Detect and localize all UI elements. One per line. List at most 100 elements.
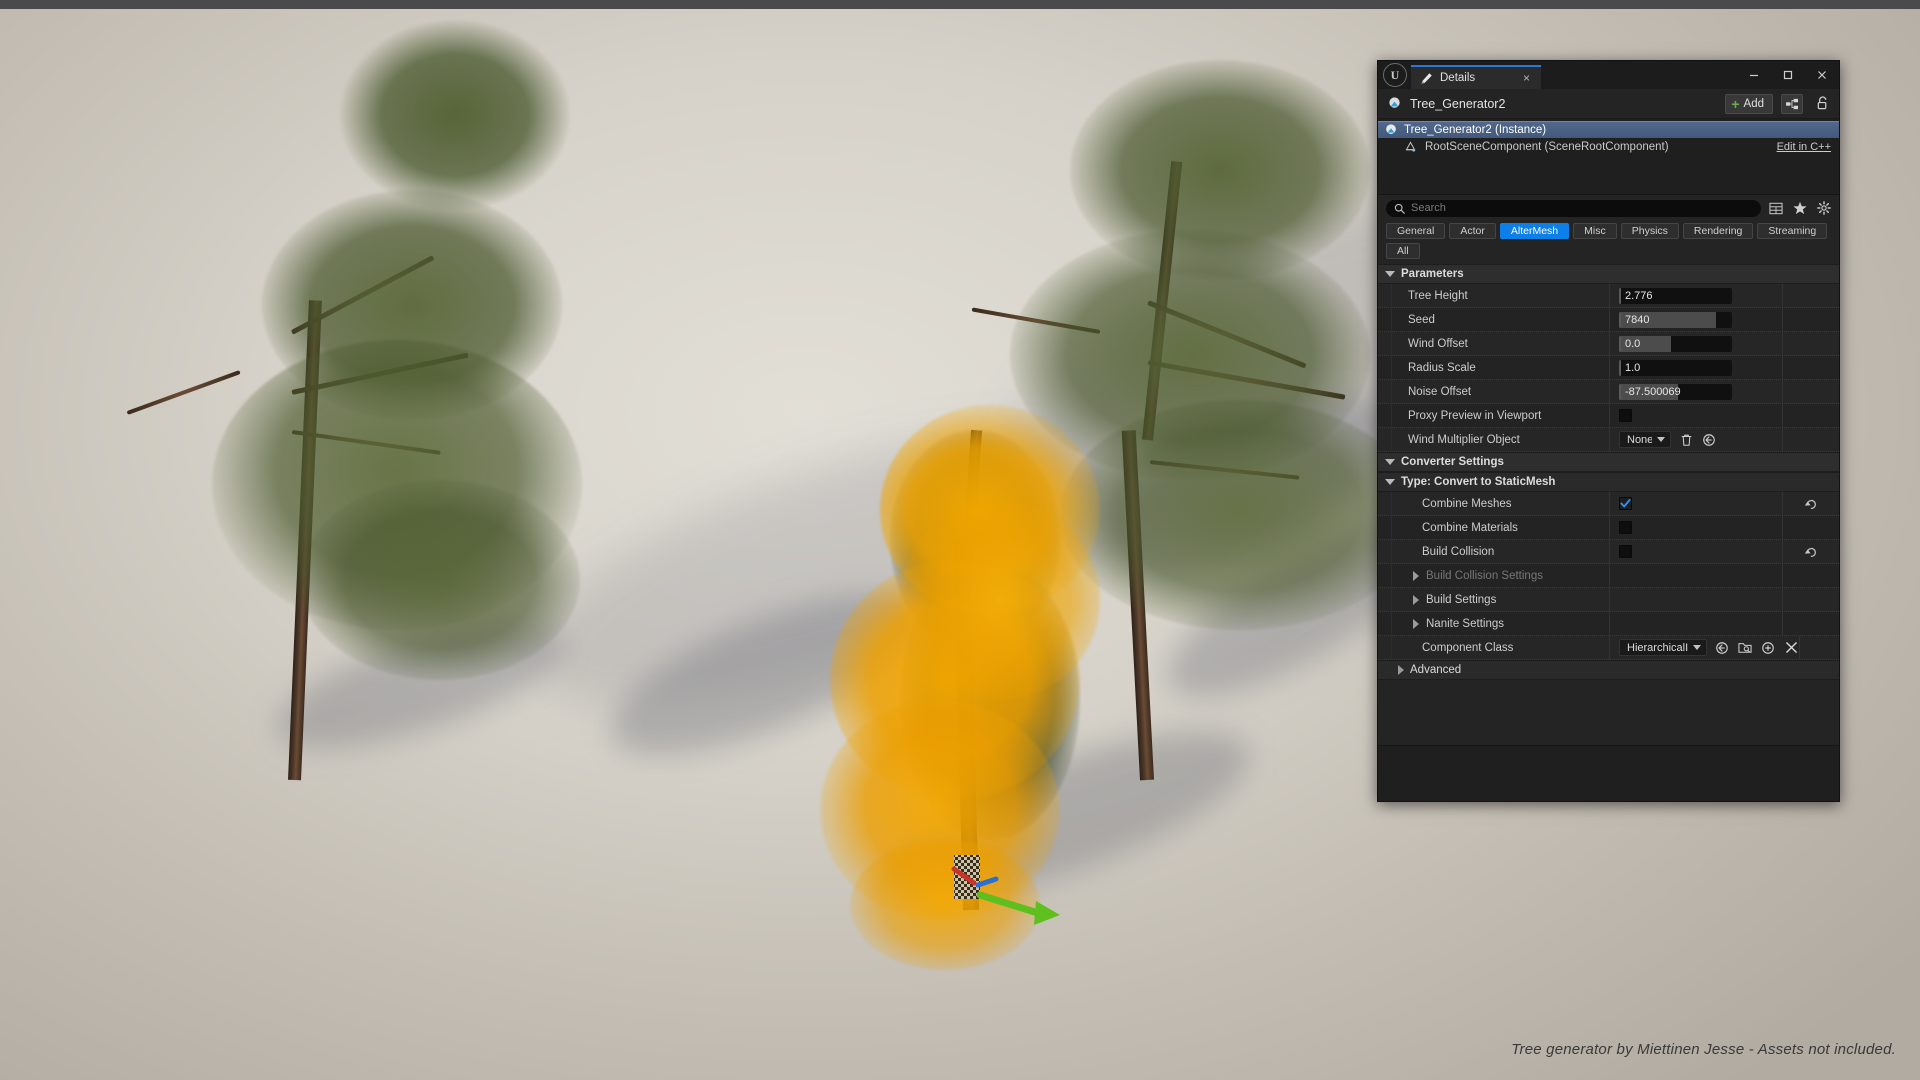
property-row[interactable]: Component Class HierarchicalIn xyxy=(1378,636,1839,660)
property-row[interactable]: Proxy Preview in Viewport xyxy=(1378,404,1839,428)
object-picker-dropdown[interactable]: None xyxy=(1619,431,1671,448)
details-panel[interactable]: U Details × Tree_Generator2 + Add Tree_G… xyxy=(1377,60,1840,802)
property-value-cell[interactable]: 2.776 xyxy=(1610,284,1783,307)
filter-chip-actor[interactable]: Actor xyxy=(1449,223,1496,239)
search-field-wrapper[interactable] xyxy=(1386,199,1761,217)
section-advanced[interactable]: Advanced xyxy=(1378,660,1839,680)
checkbox[interactable] xyxy=(1619,497,1632,510)
property-row[interactable]: Combine Meshes xyxy=(1378,492,1839,516)
property-value-cell[interactable]: 1.0 xyxy=(1610,356,1783,379)
reset-to-default-icon[interactable] xyxy=(1714,640,1730,656)
property-value-cell[interactable]: -87.500069 xyxy=(1610,380,1783,403)
caret-right-icon[interactable] xyxy=(1413,594,1419,605)
panel-title-bar[interactable]: U Details × xyxy=(1378,61,1839,89)
trash-icon[interactable] xyxy=(1678,432,1694,448)
property-reset-cell[interactable] xyxy=(1783,612,1839,635)
property-value-cell[interactable] xyxy=(1610,516,1783,539)
property-row[interactable]: Build Collision Settings xyxy=(1378,564,1839,588)
component-outliner[interactable]: Tree_Generator2 (Instance) RootSceneComp… xyxy=(1378,119,1839,195)
blueprint-icon[interactable] xyxy=(1781,93,1803,114)
property-row[interactable]: Combine Materials xyxy=(1378,516,1839,540)
property-value-cell[interactable]: 7840 xyxy=(1610,308,1783,331)
unlock-icon[interactable] xyxy=(1811,94,1833,114)
property-value-cell[interactable]: 0.0 xyxy=(1610,332,1783,355)
property-value-cell[interactable] xyxy=(1610,588,1783,611)
property-reset-cell[interactable] xyxy=(1783,404,1839,427)
caret-right-icon[interactable] xyxy=(1413,570,1419,581)
minimize-icon[interactable] xyxy=(1737,61,1771,89)
window-controls[interactable] xyxy=(1737,61,1839,89)
property-reset-cell[interactable] xyxy=(1783,284,1839,307)
outliner-row-instance[interactable]: Tree_Generator2 (Instance) xyxy=(1378,121,1839,138)
outliner-row-root-scene-component[interactable]: RootSceneComponent (SceneRootComponent) … xyxy=(1378,138,1839,155)
property-row[interactable]: Noise Offset -87.500069 xyxy=(1378,380,1839,404)
property-reset-cell[interactable] xyxy=(1783,564,1839,587)
filter-chip-rendering[interactable]: Rendering xyxy=(1682,223,1754,239)
section-type-convert[interactable]: Type: Convert to StaticMesh xyxy=(1378,472,1839,492)
property-row[interactable]: Build Collision xyxy=(1378,540,1839,564)
transform-gizmo[interactable] xyxy=(940,845,1070,940)
property-reset-cell[interactable] xyxy=(1783,380,1839,403)
property-reset-cell[interactable] xyxy=(1783,308,1839,331)
columns-icon[interactable] xyxy=(1767,199,1785,217)
filter-chip-physics[interactable]: Physics xyxy=(1620,223,1679,239)
numeric-input[interactable]: 7840 xyxy=(1619,311,1732,328)
checkbox[interactable] xyxy=(1619,545,1632,558)
filter-chip-general[interactable]: General xyxy=(1386,223,1446,239)
property-row[interactable]: Wind Offset 0.0 xyxy=(1378,332,1839,356)
property-reset-cell[interactable] xyxy=(1783,588,1839,611)
filter-chip-altermesh[interactable]: AlterMesh xyxy=(1499,223,1570,239)
favorites-star-icon[interactable] xyxy=(1791,199,1809,217)
reset-to-default-icon[interactable] xyxy=(1701,432,1717,448)
maximize-icon[interactable] xyxy=(1771,61,1805,89)
property-value-cell[interactable] xyxy=(1610,492,1783,515)
section-parameters[interactable]: Parameters xyxy=(1378,264,1839,284)
property-list[interactable]: Parameters Tree Height 2.776 Seed 7840 Wind … xyxy=(1378,264,1839,745)
section-converter-settings[interactable]: Converter Settings xyxy=(1378,452,1839,472)
converter-rows[interactable]: Combine Meshes Combine Materials Build Col… xyxy=(1378,492,1839,660)
property-reset-cell[interactable] xyxy=(1783,492,1839,515)
tab-close-icon[interactable]: × xyxy=(1520,71,1533,85)
property-value-cell[interactable] xyxy=(1610,404,1783,427)
class-picker-dropdown[interactable]: HierarchicalIn xyxy=(1619,639,1707,656)
filter-chip-row[interactable]: General Actor AlterMesh Misc Physics Renderin… xyxy=(1378,221,1839,264)
caret-right-icon[interactable] xyxy=(1413,618,1419,629)
search-bar[interactable] xyxy=(1378,195,1839,221)
property-value-cell[interactable]: HierarchicalIn xyxy=(1610,636,1800,659)
browse-asset-icon[interactable] xyxy=(1737,640,1753,656)
property-reset-cell[interactable] xyxy=(1800,636,1839,659)
numeric-input[interactable]: 1.0 xyxy=(1619,359,1732,376)
property-reset-cell[interactable] xyxy=(1783,332,1839,355)
property-value-cell[interactable] xyxy=(1610,540,1783,563)
checkbox[interactable] xyxy=(1619,521,1632,534)
settings-gear-icon[interactable] xyxy=(1815,199,1833,217)
checkbox[interactable] xyxy=(1619,409,1632,422)
property-value-cell[interactable] xyxy=(1610,612,1783,635)
numeric-input[interactable]: -87.500069 xyxy=(1619,383,1732,400)
clear-icon[interactable] xyxy=(1783,640,1799,656)
property-row[interactable]: Seed 7840 xyxy=(1378,308,1839,332)
filter-chip-streaming[interactable]: Streaming xyxy=(1757,223,1828,239)
property-row[interactable]: Wind Multiplier Object None xyxy=(1378,428,1839,452)
tab-details[interactable]: Details × xyxy=(1411,65,1541,89)
parameter-rows[interactable]: Tree Height 2.776 Seed 7840 Wind Offset 0.0 Ra… xyxy=(1378,284,1839,452)
add-component-button[interactable]: + Add xyxy=(1725,93,1773,114)
use-selected-icon[interactable] xyxy=(1760,640,1776,656)
edit-in-cpp-link[interactable]: Edit in C++ xyxy=(1777,141,1831,153)
filter-chip-misc[interactable]: Misc xyxy=(1573,223,1617,239)
property-row[interactable]: Tree Height 2.776 xyxy=(1378,284,1839,308)
search-input[interactable] xyxy=(1411,202,1753,214)
property-value-cell[interactable]: None xyxy=(1610,428,1783,451)
numeric-input[interactable]: 2.776 xyxy=(1619,287,1732,304)
property-value-cell[interactable] xyxy=(1610,564,1783,587)
property-reset-cell[interactable] xyxy=(1783,356,1839,379)
property-row[interactable]: Radius Scale 1.0 xyxy=(1378,356,1839,380)
close-icon[interactable] xyxy=(1805,61,1839,89)
property-row[interactable]: Nanite Settings xyxy=(1378,612,1839,636)
numeric-input[interactable]: 0.0 xyxy=(1619,335,1732,352)
property-row[interactable]: Build Settings xyxy=(1378,588,1839,612)
property-reset-cell[interactable] xyxy=(1783,516,1839,539)
property-reset-cell[interactable] xyxy=(1783,540,1839,563)
property-reset-cell[interactable] xyxy=(1783,428,1839,451)
filter-chip-all[interactable]: All xyxy=(1386,243,1420,259)
